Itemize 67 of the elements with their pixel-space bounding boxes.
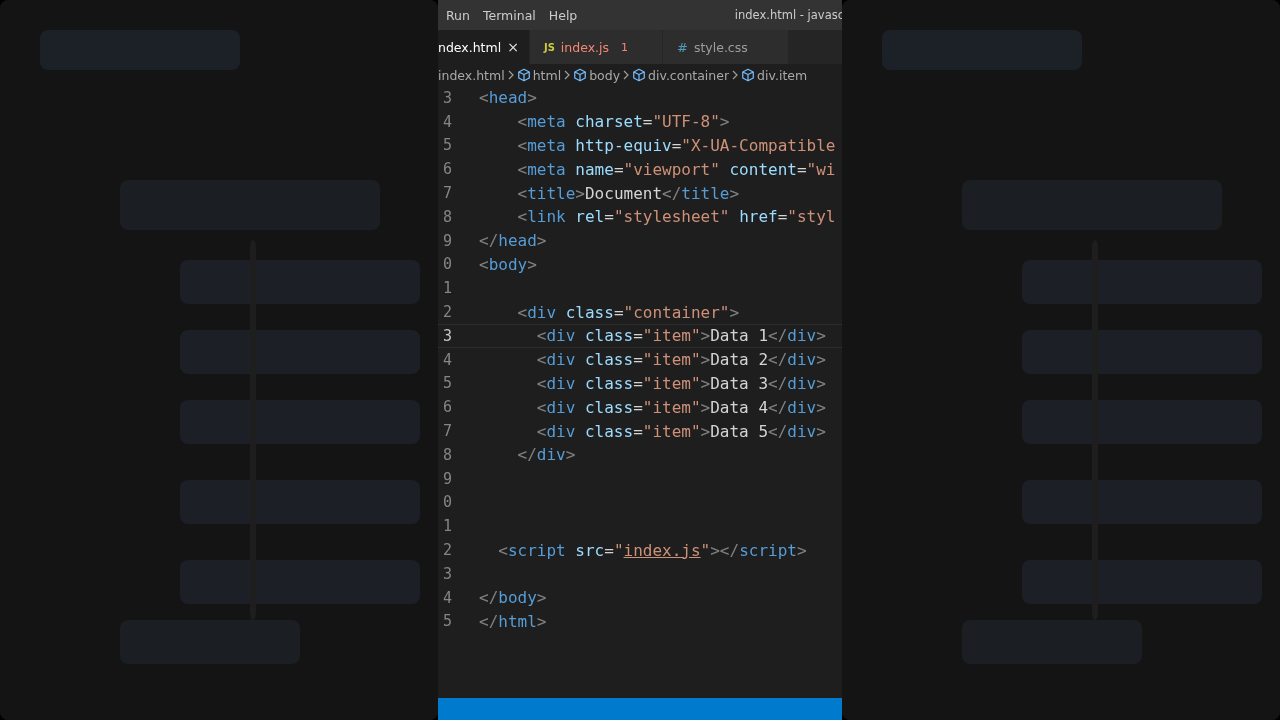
line-number: 2 [441, 303, 452, 322]
line-number: 1 [441, 279, 452, 298]
code-line: <body> [479, 254, 537, 274]
line-number: 2 [441, 541, 452, 560]
code-line: <div class="item">Data 3</div> [535, 373, 826, 393]
breadcrumb-item[interactable]: div.item [757, 67, 808, 83]
chevron-icon [622, 69, 631, 81]
menu-item[interactable]: Terminal [477, 7, 541, 23]
chevron-icon [731, 69, 740, 81]
menu-item[interactable]: Help [543, 7, 583, 23]
code-line: </body> [479, 588, 547, 608]
tab-label: style.css [693, 39, 748, 55]
code-line: <link rel="stylesheet" href="styl [516, 207, 836, 227]
tab-label: ndex.html [438, 39, 502, 55]
line-number: 6 [441, 398, 452, 417]
chevron-icon [563, 69, 572, 81]
code-line: <div class="item">Data 2</div> [535, 350, 826, 370]
cube-icon [632, 68, 647, 82]
editor-tab[interactable]: # style.css [663, 30, 788, 64]
code-line: <meta name="viewport" content="wi [516, 159, 836, 179]
cube-icon [573, 68, 588, 82]
code-line: <div class="item">Data 5</div> [535, 421, 826, 441]
cube-icon [741, 68, 756, 82]
code-line: </html> [479, 611, 547, 631]
code-line: </head> [479, 231, 547, 251]
code-line: <div class="item">Data 1</div> [535, 326, 826, 346]
code-line: <div class="container"> [516, 302, 740, 322]
error-count: 1 [621, 40, 628, 54]
hash-icon: # [677, 39, 688, 55]
menu-item[interactable]: Run [441, 7, 475, 23]
line-number: 1 [441, 517, 452, 536]
line-number: 5 [441, 136, 452, 155]
line-number: 9 [441, 469, 452, 488]
editor-tab[interactable]: JS index.js 1 [529, 30, 662, 64]
line-number: 8 [441, 207, 452, 226]
line-number: 3 [441, 326, 452, 345]
line-number: 0 [441, 493, 452, 512]
line-number: 8 [441, 445, 452, 464]
code-line: <script src="index.js"></script> [497, 540, 807, 560]
line-number: 9 [441, 231, 452, 250]
line-number: 7 [441, 422, 452, 441]
code-line: <meta http-equiv="X-UA-Compatible [516, 136, 836, 155]
breadcrumb-item[interactable]: html [532, 67, 562, 83]
code-line: <title>Document</title> [516, 183, 740, 203]
line-number: 0 [441, 255, 452, 274]
code-line: <div class="item">Data 4</div> [535, 397, 826, 417]
code-line: <head> [479, 88, 537, 108]
line-number: 7 [441, 184, 452, 203]
line-number: 4 [441, 350, 452, 369]
close-icon[interactable]: × [507, 39, 519, 55]
line-number: 6 [441, 160, 452, 179]
breadcrumb-item[interactable]: div.container [648, 67, 730, 83]
editor-tab[interactable]: ndex.html × [438, 30, 529, 64]
cube-icon [516, 68, 531, 82]
line-number: 4 [441, 112, 452, 131]
line-number: 4 [441, 588, 452, 607]
breadcrumb-item[interactable]: body [589, 67, 621, 83]
code-line: </div> [516, 445, 576, 465]
tab-label: index.js [560, 39, 609, 55]
chevron-icon [506, 69, 515, 81]
js-file-icon: JS [543, 41, 555, 53]
line-number: 5 [441, 374, 452, 393]
line-number: 3 [441, 564, 452, 583]
code-line: <meta charset="UTF-8"> [516, 112, 730, 132]
line-number: 3 [441, 88, 452, 107]
breadcrumb-item[interactable]: index.html [438, 67, 505, 83]
line-number: 5 [441, 612, 452, 631]
